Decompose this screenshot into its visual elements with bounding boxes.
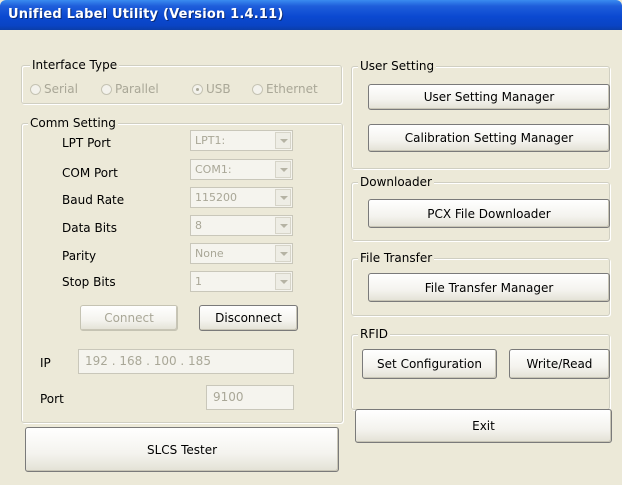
rfid-legend: RFID	[358, 327, 391, 341]
chevron-down-icon[interactable]	[275, 217, 291, 234]
title-bar[interactable]: Unified Label Utility (Version 1.4.11)	[0, 0, 622, 30]
radio-icon	[101, 83, 112, 95]
slcs-tester-button[interactable]: SLCS Tester	[25, 427, 339, 472]
radio-usb[interactable]: USB	[192, 82, 231, 96]
com-port-label: COM Port	[62, 166, 118, 180]
lpt-port-select[interactable]: LPT1:	[190, 130, 293, 151]
calibration-setting-manager-button[interactable]: Calibration Setting Manager	[368, 124, 610, 152]
write-read-button[interactable]: Write/Read	[509, 349, 610, 379]
chevron-down-icon[interactable]	[275, 245, 291, 262]
chevron-down-icon[interactable]	[275, 189, 291, 206]
data-bits-select[interactable]: 8	[190, 215, 293, 236]
port-field[interactable]: 9100	[206, 385, 294, 410]
parity-label: Parity	[62, 249, 97, 263]
user-setting-group: User Setting User Setting Manager Calibr…	[351, 59, 610, 169]
exit-button[interactable]: Exit	[355, 409, 612, 443]
interface-type-legend: Interface Type	[30, 58, 120, 72]
parity-select[interactable]: None	[190, 243, 293, 264]
connect-button[interactable]: Connect	[80, 305, 178, 331]
stop-bits-select[interactable]: 1	[190, 271, 293, 292]
file-transfer-manager-button[interactable]: File Transfer Manager	[368, 273, 610, 302]
pcx-file-downloader-button[interactable]: PCX File Downloader	[368, 199, 610, 228]
set-configuration-button[interactable]: Set Configuration	[362, 349, 497, 379]
stop-bits-label: Stop Bits	[62, 275, 116, 289]
port-label: Port	[40, 392, 64, 406]
baud-rate-select[interactable]: 115200	[190, 187, 293, 208]
radio-selected-icon	[192, 83, 203, 95]
comm-setting-legend: Comm Setting	[28, 116, 118, 130]
chevron-down-icon[interactable]	[275, 161, 291, 178]
user-setting-manager-button[interactable]: User Setting Manager	[368, 84, 610, 110]
comm-setting-group: Comm Setting LPT Port LPT1: COM Port COM…	[21, 116, 343, 423]
radio-ethernet[interactable]: Ethernet	[252, 82, 318, 96]
lpt-port-label: LPT Port	[62, 136, 111, 150]
radio-serial[interactable]: Serial	[30, 82, 78, 96]
window-title: Unified Label Utility (Version 1.4.11)	[8, 7, 284, 22]
rfid-group: RFID Set Configuration Write/Read	[351, 327, 610, 410]
user-setting-legend: User Setting	[358, 59, 437, 73]
interface-type-group: Interface Type Serial Parallel USB Ether…	[21, 58, 342, 104]
com-port-select[interactable]: COM1:	[190, 159, 293, 180]
chevron-down-icon[interactable]	[275, 132, 291, 149]
baud-rate-label: Baud Rate	[62, 193, 125, 207]
file-transfer-group: File Transfer File Transfer Manager	[351, 251, 610, 316]
radio-parallel[interactable]: Parallel	[101, 82, 159, 96]
radio-icon	[252, 83, 263, 95]
radio-icon	[30, 83, 41, 95]
downloader-group: Downloader PCX File Downloader	[351, 175, 610, 241]
chevron-down-icon[interactable]	[275, 273, 291, 290]
ip-address-field[interactable]: 192 . 168 . 100 . 185	[78, 349, 294, 374]
main-window: Interface Type Serial Parallel USB Ether…	[0, 30, 622, 485]
data-bits-label: Data Bits	[62, 221, 117, 235]
ip-label: IP	[40, 356, 51, 370]
downloader-legend: Downloader	[358, 175, 434, 189]
disconnect-button[interactable]: Disconnect	[199, 305, 298, 331]
file-transfer-legend: File Transfer	[358, 251, 435, 265]
